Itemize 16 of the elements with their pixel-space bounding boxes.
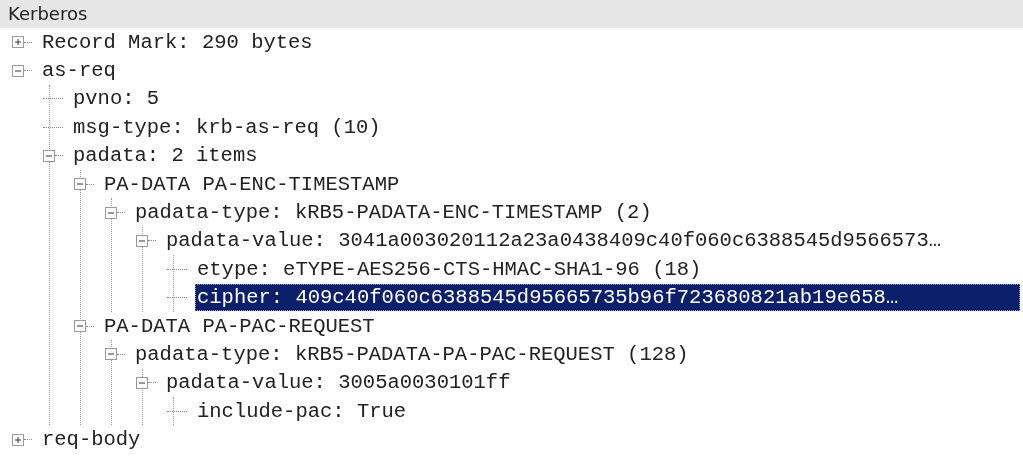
tree-item[interactable]: include-pac: True [195, 397, 411, 425]
tree-item[interactable]: padata-value: 3041a003020112a23a0438409c40f060c6388545d9566573… [164, 227, 946, 255]
tree-item[interactable]: PA-DATA PA-PAC-REQUEST [102, 312, 379, 340]
tree-item[interactable]: etype: eTYPE-AES256-CTS-HMAC-SHA1-96 (18) [195, 255, 706, 283]
tree-item[interactable]: padata-value: 3005a0030101ff [164, 369, 515, 397]
tree-item[interactable]: padata: 2 items [71, 142, 262, 170]
tree-item[interactable]: as-req [40, 57, 120, 85]
tree-item[interactable]: padata-type: kRB5-PADATA-PA-PAC-REQUEST (128) [133, 341, 693, 368]
tree-item[interactable]: cipher: 409c40f060c6388545d95665735b96f723680821ab19e658… [195, 284, 1020, 312]
tree-item[interactable]: padata-type: kRB5-PADATA-ENC-TIMESTAMP (2) [133, 199, 656, 227]
panel-title: Kerberos [0, 0, 1023, 28]
tree-item[interactable]: msg-type: krb-as-req (10) [71, 113, 385, 141]
tree-item[interactable]: Record Mark: 290 bytes [40, 28, 317, 56]
tree-item[interactable]: req-body [40, 426, 145, 454]
tree-item[interactable]: PA-DATA PA-ENC-TIMESTAMP [102, 170, 404, 198]
tree-item[interactable]: pvno: 5 [71, 85, 164, 113]
